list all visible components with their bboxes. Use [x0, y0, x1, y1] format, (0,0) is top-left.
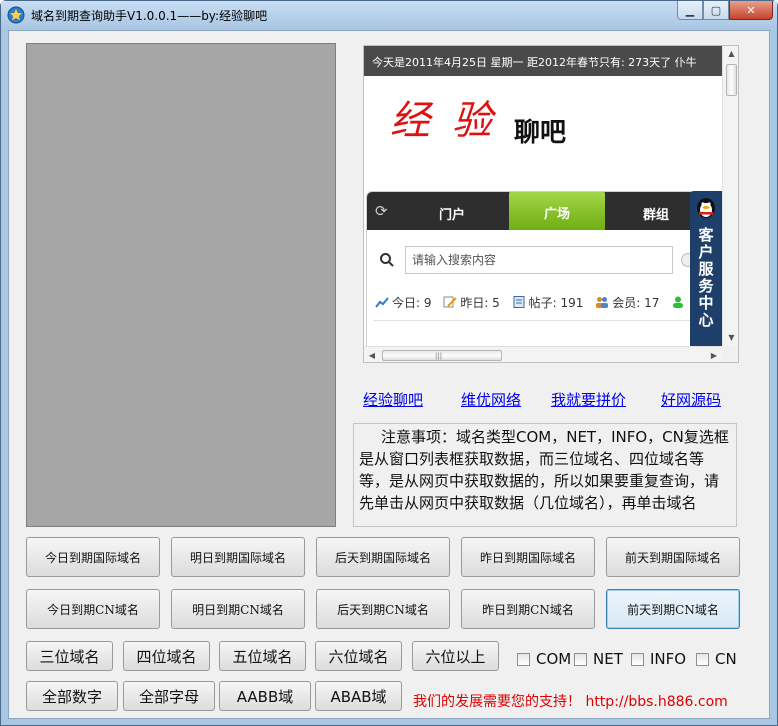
checkbox-info-box[interactable] [631, 652, 644, 666]
domain-list-panel[interactable] [26, 43, 336, 527]
yesterday-cn-button[interactable]: 昨日到期CN域名 [461, 589, 595, 629]
logo-suffix: 聊吧 [514, 118, 567, 148]
qq-service-label: 客户服务中心 [698, 226, 714, 329]
qq-service-panel[interactable]: 客户服务中心 [690, 191, 722, 349]
qq-penguin-icon [697, 198, 715, 218]
today-cn-button[interactable]: 今日到期CN域名 [26, 589, 160, 629]
maximize-button[interactable]: ▢ [703, 1, 729, 20]
scroll-right-icon[interactable]: ▶ [706, 347, 722, 362]
web-browser-control[interactable]: 今天是2011年4月25日 星期一 距2012年春节只有: 273天了 仆牛 经… [363, 45, 739, 363]
forum-stats: 今日: 9 昨日: 5 帖子: 191 会员: 17 [375, 294, 688, 312]
promo-text[interactable]: 我们的发展需要您的支持！ http://bbs.h886.com [413, 691, 728, 711]
vertical-scrollbar[interactable]: ▲ ▼ [722, 46, 738, 346]
window-title: 域名到期查询助手V1.0.0.1——by:经验聊吧 [31, 9, 268, 23]
tomorrow-intl-button[interactable]: 明日到期国际域名 [171, 537, 305, 577]
chart-icon [375, 297, 389, 308]
tomorrow-cn-button[interactable]: 明日到期CN域名 [171, 589, 305, 629]
checkbox-info[interactable]: INFO [631, 650, 686, 668]
minimize-icon: ▁ [685, 3, 695, 17]
three-char-button[interactable]: 三位域名 [26, 641, 113, 671]
maximize-icon: ▢ [710, 3, 722, 17]
minimize-button[interactable]: ▁ [677, 1, 703, 20]
tab-plaza[interactable]: 广场 [509, 192, 605, 230]
client-area: 今天是2011年4月25日 星期一 距2012年春节只有: 273天了 仆牛 经… [8, 30, 770, 719]
grip-icon: ||| [435, 352, 443, 360]
scroll-up-icon[interactable]: ▲ [723, 46, 738, 62]
link-weiyou[interactable]: 维优网络 [461, 389, 521, 410]
refresh-icon[interactable]: ⟳ [375, 202, 393, 220]
scrollbar-corner [722, 346, 738, 362]
date-marquee: 今天是2011年4月25日 星期一 距2012年春节只有: 273天了 仆牛 [364, 46, 722, 76]
logo-char-2: 验 [452, 98, 492, 144]
six-plus-button[interactable]: 六位以上 [412, 641, 499, 671]
all-digits-button[interactable]: 全部数字 [26, 681, 118, 711]
forum-nav: ⟳ 门户 广场 群组 [367, 192, 721, 230]
link-jingyan[interactable]: 经验聊吧 [363, 389, 423, 410]
link-pinjia[interactable]: 我就要拼价 [551, 389, 626, 410]
stat-posts: 帖子: 191 [512, 294, 583, 311]
forum-search [375, 244, 715, 278]
title-bar[interactable]: 域名到期查询助手V1.0.0.1——by:经验聊吧 ▁ ▢ ✕ [1, 1, 777, 29]
five-char-button[interactable]: 五位域名 [219, 641, 306, 671]
forum-widget: ⟳ 门户 广场 群组 今日: 9 [366, 191, 722, 351]
close-icon: ✕ [746, 3, 756, 17]
checkbox-cn-box[interactable] [696, 652, 709, 666]
today-intl-button[interactable]: 今日到期国际域名 [26, 537, 160, 577]
yesterday-intl-button[interactable]: 昨日到期国际域名 [461, 537, 595, 577]
checkbox-cn[interactable]: CN [696, 650, 737, 668]
all-letters-button[interactable]: 全部字母 [123, 681, 215, 711]
pencil-icon [443, 296, 458, 308]
tab-portal[interactable]: 门户 [439, 204, 465, 223]
stat-yesterday: 昨日: 5 [443, 294, 500, 311]
close-button[interactable]: ✕ [729, 1, 773, 20]
four-char-button[interactable]: 四位域名 [123, 641, 210, 671]
notice-text: 注意事项：域名类型COM，NET，INFO，CN复选框是从窗口列表框获取数据，而… [353, 423, 737, 527]
users-icon [596, 297, 609, 308]
search-input[interactable] [405, 246, 673, 274]
link-haowang[interactable]: 好网源码 [661, 389, 721, 410]
day-before-intl-button[interactable]: 前天到期国际域名 [606, 537, 740, 577]
checkbox-com-box[interactable] [517, 652, 530, 666]
abab-button[interactable]: ABAB域 [315, 681, 402, 711]
vertical-scroll-thumb[interactable] [726, 64, 737, 96]
aabb-button[interactable]: AABB域 [219, 681, 311, 711]
online-user-icon [673, 296, 684, 308]
logo-char-1: 经 [390, 98, 430, 144]
site-logo[interactable]: 经 验 聊吧 [364, 76, 722, 186]
app-icon [7, 6, 25, 24]
search-icon [380, 253, 394, 267]
divider [373, 320, 721, 321]
stat-today: 今日: 9 [375, 294, 432, 311]
horizontal-scrollbar[interactable]: ◀ ||| ▶ [364, 346, 722, 362]
day-after-intl-button[interactable]: 后天到期国际域名 [316, 537, 450, 577]
checkbox-com[interactable]: COM [517, 650, 571, 668]
horizontal-scroll-thumb[interactable]: ||| [382, 350, 502, 361]
stat-members: 会员: 17 [595, 294, 659, 311]
checkbox-net-box[interactable] [574, 652, 587, 666]
day-after-cn-button[interactable]: 后天到期CN域名 [316, 589, 450, 629]
tab-groups[interactable]: 群组 [643, 204, 669, 223]
day-before-cn-button[interactable]: 前天到期CN域名 [606, 589, 740, 629]
scroll-down-icon[interactable]: ▼ [723, 330, 738, 346]
checkbox-net[interactable]: NET [574, 650, 623, 668]
document-icon [513, 296, 525, 308]
six-char-button[interactable]: 六位域名 [315, 641, 402, 671]
app-window: 域名到期查询助手V1.0.0.1——by:经验聊吧 ▁ ▢ ✕ 今天是2011年… [0, 0, 778, 726]
scroll-left-icon[interactable]: ◀ [364, 347, 380, 362]
